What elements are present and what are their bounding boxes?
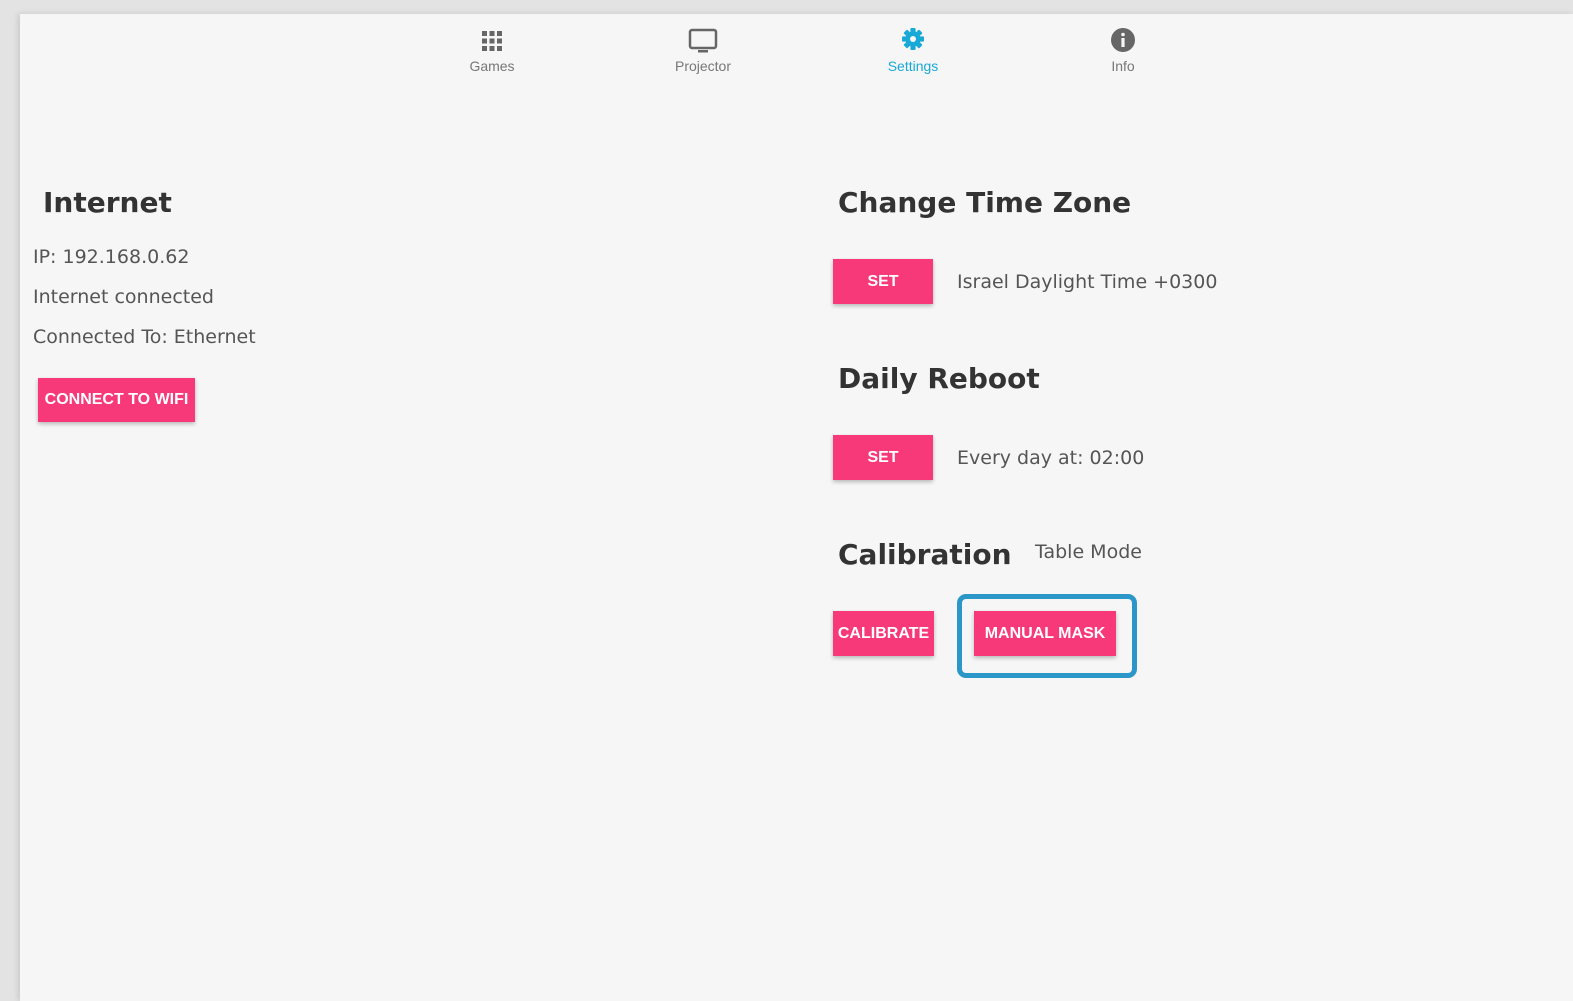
nav-label-projector: Projector — [674, 58, 732, 74]
set-time-zone-button[interactable]: SET — [833, 259, 933, 304]
gear-icon — [902, 28, 924, 50]
nav-tab-settings[interactable]: Settings — [853, 26, 973, 74]
calibrate-button[interactable]: CALIBRATE — [833, 611, 934, 656]
nav-label-info: Info — [1111, 58, 1135, 74]
time-zone-value: Israel Daylight Time +0300 — [957, 271, 1218, 293]
internet-status-text: Internet connected — [33, 286, 214, 308]
calibration-mode-text: Table Mode — [1035, 541, 1142, 563]
daily-reboot-title: Daily Reboot — [838, 362, 1040, 395]
manual-mask-button[interactable]: MANUAL MASK — [974, 611, 1116, 656]
nav-label-settings: Settings — [887, 58, 939, 74]
set-daily-reboot-button[interactable]: SET — [833, 435, 933, 480]
nav-tab-projector[interactable]: Projector — [643, 26, 763, 74]
calibration-title: Calibration — [838, 538, 1012, 571]
time-zone-title: Change Time Zone — [838, 186, 1132, 219]
nav-tab-info[interactable]: Info — [1063, 26, 1183, 74]
internet-title: Internet — [43, 186, 172, 219]
daily-reboot-value: Every day at: 02:00 — [957, 447, 1145, 469]
nav-label-games: Games — [469, 58, 515, 74]
monitor-icon — [688, 28, 718, 53]
info-icon — [1111, 28, 1135, 52]
connected-to-text: Connected To: Ethernet — [33, 326, 256, 348]
grid-icon — [482, 31, 502, 51]
connect-to-wifi-button[interactable]: CONNECT TO WIFI — [38, 378, 195, 422]
settings-screen: Games Projector Settings Info Internet I… — [20, 14, 1573, 1001]
nav-tab-games[interactable]: Games — [432, 26, 552, 74]
ip-address-text: IP: 192.168.0.62 — [33, 246, 190, 268]
